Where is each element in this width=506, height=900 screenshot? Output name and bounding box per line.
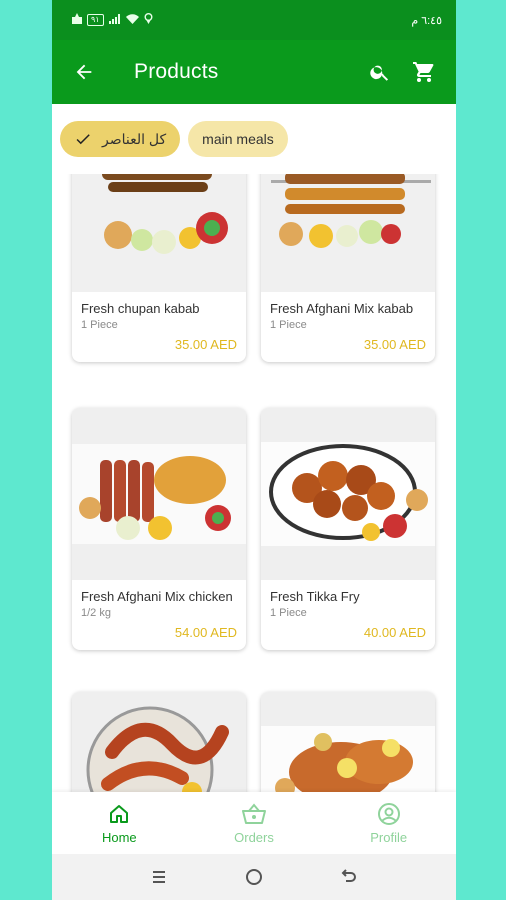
status-time: ٦:٤٥ م [411,14,442,27]
cart-button[interactable] [406,54,442,90]
product-image [72,174,246,292]
nav-label: Home [101,830,137,845]
product-unit: 1 Piece [270,607,307,619]
wifi-icon [125,13,139,27]
basket-icon [241,801,267,827]
product-grid[interactable]: Fresh chupan kabab 1 Piece 35.00 AED Fre… [52,174,456,792]
app-bar: Products [52,40,456,104]
product-image [72,408,246,580]
check-icon [74,130,92,148]
product-name: Fresh chupan kabab [81,301,200,316]
product-image [261,692,435,792]
product-card[interactable] [261,692,435,792]
back-button[interactable] [66,54,102,90]
status-icons: ٩١ [72,13,153,27]
category-chips: كل العناصر main meals [52,104,456,174]
product-price: 40.00 AED [363,625,426,640]
nav-profile[interactable]: Profile [321,792,456,854]
profile-icon [377,801,401,827]
product-name: Fresh Tikka Fry [270,589,360,604]
product-price: 35.00 AED [363,337,426,352]
product-name: Fresh Afghani Mix chicken [81,589,233,604]
system-navigation-bar [52,854,456,900]
home-icon [107,801,131,827]
bottom-navigation: Home Orders Profile [52,792,456,854]
chip-main-meals[interactable]: main meals [188,121,288,157]
product-price: 54.00 AED [174,625,237,640]
product-card[interactable]: Fresh Afghani Mix chicken 1/2 kg 54.00 A… [72,408,246,650]
nav-label: Orders [234,830,274,845]
product-card[interactable]: Fresh chupan kabab 1 Piece 35.00 AED [72,174,246,362]
chip-label: كل العناصر [102,130,167,147]
product-image [261,174,435,292]
product-image [72,692,246,792]
product-name: Fresh Afghani Mix kabab [270,301,414,316]
product-card[interactable] [72,692,246,792]
signal-icon [108,13,121,27]
return-arrow-icon [341,869,356,882]
location-icon [144,13,153,27]
chip-all-items[interactable]: كل العناصر [60,121,181,157]
search-icon [370,65,389,81]
product-image [261,408,435,580]
home-system-button[interactable] [234,868,274,886]
page-title: Products [134,60,219,83]
product-unit: 1/2 kg [81,607,111,619]
menu-lines-icon [153,871,166,883]
arrow-back-icon [76,64,92,80]
recents-button[interactable] [139,869,179,885]
search-button[interactable] [362,54,398,90]
phone-screen: ٩١ ٦:٤٥ م Products كل العناصر main meals… [52,0,456,900]
cart-icon [413,62,434,82]
product-price: 35.00 AED [174,337,237,352]
battery-icon: ٩١ [87,14,104,26]
circle-icon [245,869,262,885]
nav-home[interactable]: Home [52,792,187,854]
chip-label: main meals [202,131,274,147]
nav-orders[interactable]: Orders [187,792,322,854]
product-card[interactable]: Fresh Afghani Mix kabab 1 Piece 35.00 AE… [261,174,435,362]
back-system-button[interactable] [329,868,369,886]
product-unit: 1 Piece [270,319,307,331]
nav-label: Profile [370,830,408,845]
product-unit: 1 Piece [81,319,118,331]
notification-icon [72,13,82,27]
status-bar: ٩١ ٦:٤٥ م [52,0,456,40]
product-card[interactable]: Fresh Tikka Fry 1 Piece 40.00 AED [261,408,435,650]
